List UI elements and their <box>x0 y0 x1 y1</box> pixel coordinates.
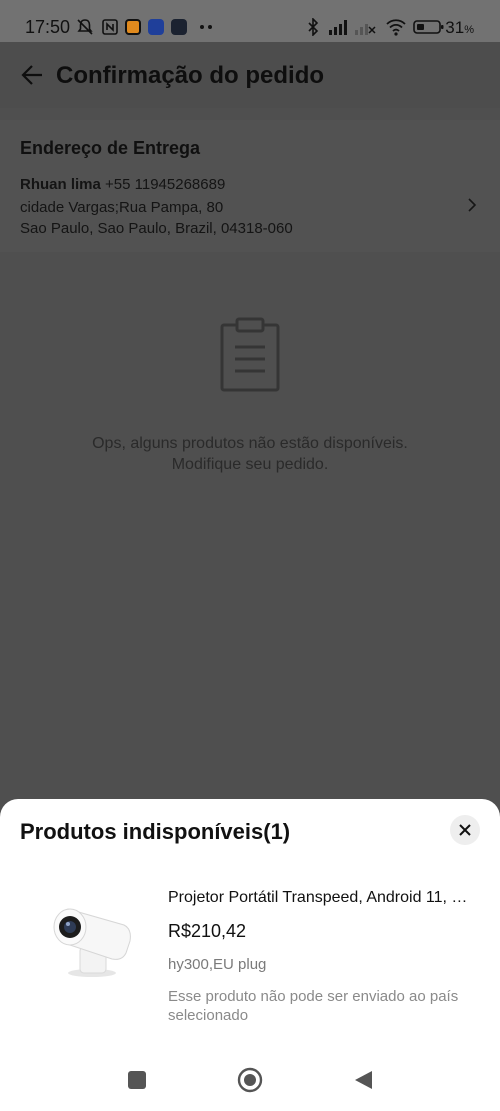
close-icon <box>458 823 472 837</box>
recipient-phone: +55 11945268689 <box>105 176 226 193</box>
recipient-name: Rhuan lima <box>20 176 101 193</box>
empty-state-message-line-2: Modifique seu pedido. <box>171 456 329 473</box>
chevron-right-icon <box>466 196 478 214</box>
product-variant: hy300,EU plug <box>168 956 267 973</box>
clipboard-icon <box>219 317 281 393</box>
signal-icon <box>327 17 351 37</box>
close-button[interactable] <box>450 815 480 845</box>
system-nav-bar <box>0 1049 500 1111</box>
delivery-address-card[interactable]: Endereço de Entrega Rhuan lima +55 11945… <box>0 120 500 252</box>
app-header: Confirmação do pedido <box>0 42 500 108</box>
nfc-icon <box>101 17 119 37</box>
app-notification-icon <box>148 17 164 37</box>
address-heading: Endereço de Entrega <box>20 138 201 158</box>
bluetooth-icon <box>305 17 321 37</box>
triangle-back-icon[interactable] <box>350 1067 376 1093</box>
product-image <box>46 895 136 985</box>
battery-icon <box>413 17 445 37</box>
mute-icon <box>75 17 95 37</box>
product-price: R$210,42 <box>168 921 247 941</box>
address-line-1: cidade Vargas;Rua Pampa, 80 <box>20 199 224 216</box>
sheet-title: Produtos indisponíveis(1) <box>20 819 291 844</box>
wifi-icon <box>384 17 408 37</box>
status-bar: 17:50 31% <box>0 0 500 42</box>
app-notification-icon <box>125 17 141 37</box>
circle-home-icon[interactable] <box>237 1067 263 1093</box>
page-title: Confirmação do pedido <box>56 62 325 89</box>
empty-state-message-line-1: Ops, alguns produtos não estão disponíve… <box>92 435 408 452</box>
address-line-2: Sao Paulo, Sao Paulo, Brazil, 04318-060 <box>20 220 293 237</box>
more-dots-icon <box>198 17 214 37</box>
arrow-left-icon[interactable] <box>20 62 46 88</box>
address-contact: Rhuan lima +55 11945268689 <box>20 176 225 193</box>
app-notification-icon <box>171 17 187 37</box>
product-title[interactable]: Projetor Portátil Transpeed, Android 11,… <box>168 889 468 907</box>
shipping-warning: Esse produto não pode ser enviado ao paí… <box>168 988 459 1024</box>
status-time: 17:50 <box>25 17 71 37</box>
signal-no-service-icon <box>353 17 377 37</box>
battery-percentage: 31% <box>445 18 474 37</box>
square-icon[interactable] <box>124 1067 150 1093</box>
